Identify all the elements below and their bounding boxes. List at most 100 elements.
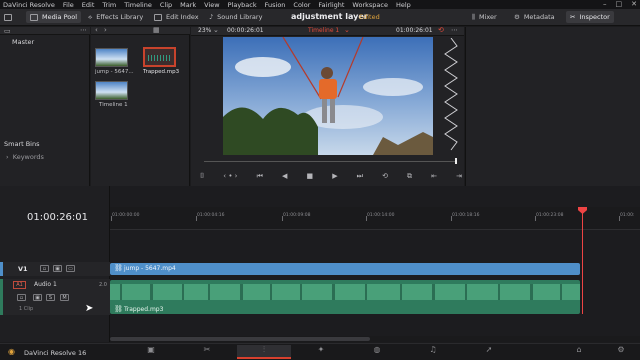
track-name-a1[interactable]: Audio 1 bbox=[34, 281, 57, 288]
timeline-dropdown-icon[interactable]: ⌄ bbox=[344, 26, 350, 34]
clip-thumbnail-jump[interactable] bbox=[95, 48, 128, 67]
metadata-button[interactable]: ⚙ Metadata bbox=[514, 11, 555, 23]
scrubber-handle[interactable] bbox=[455, 158, 457, 164]
ruler-label: 01:00:18:16 bbox=[452, 213, 480, 218]
inspector-button[interactable]: ✂ Inspector bbox=[566, 11, 614, 23]
page-deliver-icon[interactable]: ➚ bbox=[484, 345, 494, 355]
chevron-down-icon[interactable]: ⌄ bbox=[213, 26, 219, 34]
minimize-icon[interactable]: – bbox=[603, 0, 607, 8]
page-cut-icon[interactable]: ✂ bbox=[202, 345, 212, 355]
edit-index-button[interactable]: Edit Index bbox=[154, 11, 199, 23]
track-header-v1[interactable]: V1 ▫ ▣ ▭ bbox=[0, 262, 110, 276]
smart-bins-header: Smart Bins bbox=[4, 140, 40, 148]
timeline-ruler[interactable] bbox=[110, 207, 640, 230]
ruler-tick bbox=[282, 216, 283, 221]
maximize-icon[interactable]: □ bbox=[616, 0, 623, 8]
play-icon[interactable]: ▶ bbox=[332, 172, 337, 180]
home-icon[interactable]: ⌂ bbox=[574, 345, 584, 355]
back-icon[interactable]: ‹ bbox=[95, 26, 98, 34]
view-toggle-icon[interactable]: ▦ bbox=[153, 26, 160, 34]
next-edit-icon[interactable]: ⇥ bbox=[456, 172, 462, 180]
skip-to-start-icon[interactable]: ⏮ bbox=[257, 172, 263, 181]
playhead-line[interactable] bbox=[582, 208, 583, 314]
viewer-image bbox=[223, 37, 433, 155]
lock-track-a1-icon[interactable]: ▫ bbox=[17, 294, 26, 301]
solo-button-a1[interactable]: S bbox=[46, 294, 55, 301]
mute-button-a1[interactable]: M bbox=[60, 294, 69, 301]
menu-timeline[interactable]: Timeline bbox=[124, 1, 152, 9]
bin-master[interactable]: Master bbox=[12, 38, 34, 46]
menu-view[interactable]: View bbox=[204, 1, 219, 9]
mixer-button[interactable]: ⫼ Mixer bbox=[472, 11, 497, 23]
clip-link-icon: ⛓ bbox=[114, 264, 123, 272]
options-icon[interactable]: ⋯ bbox=[80, 26, 87, 34]
auto-select-v1-icon[interactable]: ▣ bbox=[53, 265, 62, 272]
menu-file[interactable]: File bbox=[63, 1, 74, 9]
clip-thumbnail-timeline[interactable] bbox=[95, 81, 128, 100]
zoom-level[interactable]: 23% bbox=[198, 27, 211, 34]
settings-icon[interactable]: ⚙ bbox=[616, 345, 626, 355]
media-pool-button[interactable]: Media Pool bbox=[26, 11, 82, 23]
skip-to-end-icon[interactable]: ⏭ bbox=[357, 172, 363, 181]
viewer-header: 23% ⌄ 00:00:26:01 Timeline 1 ⌄ 01:00:26:… bbox=[191, 26, 464, 36]
viewer-scrubber[interactable] bbox=[204, 161, 456, 162]
lock-track-v1-icon[interactable]: ▫ bbox=[40, 265, 49, 272]
clip-name-trapped: Trapped.mp3 bbox=[143, 69, 180, 75]
menu-bar: DaVinci Resolve File Edit Trim Timeline … bbox=[0, 0, 640, 9]
menu-workspace[interactable]: Workspace bbox=[352, 1, 388, 9]
prev-edit-icon[interactable]: ⇤ bbox=[431, 172, 437, 180]
close-icon[interactable]: ✕ bbox=[631, 0, 637, 8]
menu-playback[interactable]: Playback bbox=[228, 1, 257, 9]
jog-icon[interactable]: ‹ • › bbox=[223, 172, 237, 180]
ruler-tick bbox=[451, 216, 452, 221]
loop-icon[interactable]: ⟲ bbox=[382, 172, 388, 180]
smart-bin-keywords[interactable]: › Keywords bbox=[6, 153, 44, 161]
page-color-icon[interactable]: ◍ bbox=[372, 345, 382, 355]
menu-fairlight[interactable]: Fairlight bbox=[318, 1, 344, 9]
play-reverse-icon[interactable]: ◀ bbox=[282, 172, 287, 180]
audio-clip-a1[interactable]: ⛓ Trapped.mp3 bbox=[110, 280, 580, 314]
menu-trim[interactable]: Trim bbox=[102, 1, 116, 9]
inspector-collapsed-strip[interactable] bbox=[440, 37, 462, 156]
menu-help[interactable]: Help bbox=[396, 1, 411, 9]
sound-library-button[interactable]: ♪ Sound Library bbox=[209, 11, 262, 23]
timeline-timecode[interactable]: 01:00:26:01 bbox=[27, 212, 88, 223]
ruler-label: 01:00:14:00 bbox=[367, 213, 395, 218]
sidebar-toggle-button[interactable] bbox=[4, 11, 12, 23]
menu-mark[interactable]: Mark bbox=[180, 1, 196, 9]
keywords-label: Keywords bbox=[12, 153, 44, 161]
record-timecode: 01:00:26:01 bbox=[396, 27, 433, 34]
viewer-frame[interactable] bbox=[223, 37, 433, 155]
auto-select-a1-icon[interactable]: ▣ bbox=[33, 294, 42, 301]
effects-library-button[interactable]: ⟡ Effects Library bbox=[88, 11, 143, 23]
sound-library-icon: ♪ bbox=[209, 13, 214, 21]
menu-app[interactable]: DaVinci Resolve bbox=[3, 1, 55, 9]
track-header-a1[interactable]: A1 Audio 1 2.0 ▫ ▣ S M 1 Clip bbox=[0, 279, 110, 315]
sync-icon[interactable]: ⟲ bbox=[438, 26, 444, 34]
page-fairlight-icon[interactable]: ♫ bbox=[428, 345, 438, 355]
source-timecode: 00:00:26:01 bbox=[227, 27, 264, 34]
resolve-logo-icon: ◉ bbox=[8, 347, 15, 356]
match-frame-icon[interactable]: ⧉ bbox=[407, 172, 412, 181]
timeline-name[interactable]: Timeline 1 bbox=[308, 27, 339, 34]
timeline-scrollbar[interactable] bbox=[110, 336, 640, 342]
menu-fusion[interactable]: Fusion bbox=[265, 1, 286, 9]
viewer-mode-icon[interactable]: ⌷ bbox=[200, 172, 204, 181]
forward-icon[interactable]: › bbox=[104, 26, 107, 34]
page-media-icon[interactable]: ▣ bbox=[146, 345, 156, 355]
menu-clip[interactable]: Clip bbox=[160, 1, 172, 9]
viewer-options-icon[interactable]: ⋯ bbox=[451, 26, 458, 34]
metadata-label: Metadata bbox=[523, 13, 555, 21]
video-clip-v1[interactable]: ⛓ jump - 5647.mp4 bbox=[110, 263, 580, 275]
page-edit-icon[interactable]: ⫶ bbox=[237, 345, 291, 359]
media-pool-icon bbox=[30, 13, 38, 21]
disable-video-v1-icon[interactable]: ▭ bbox=[66, 265, 75, 272]
clip-name-timeline: Timeline 1 bbox=[99, 102, 128, 108]
menu-color[interactable]: Color bbox=[293, 1, 310, 9]
scrollbar-thumb[interactable] bbox=[110, 337, 370, 341]
clip-thumbnail-trapped[interactable] bbox=[143, 47, 176, 67]
page-fusion-icon[interactable]: ✦ bbox=[316, 345, 326, 355]
menu-edit[interactable]: Edit bbox=[82, 1, 95, 9]
stop-icon[interactable]: ■ bbox=[306, 172, 313, 180]
panel-layout-icon[interactable]: ▭ bbox=[4, 27, 11, 35]
